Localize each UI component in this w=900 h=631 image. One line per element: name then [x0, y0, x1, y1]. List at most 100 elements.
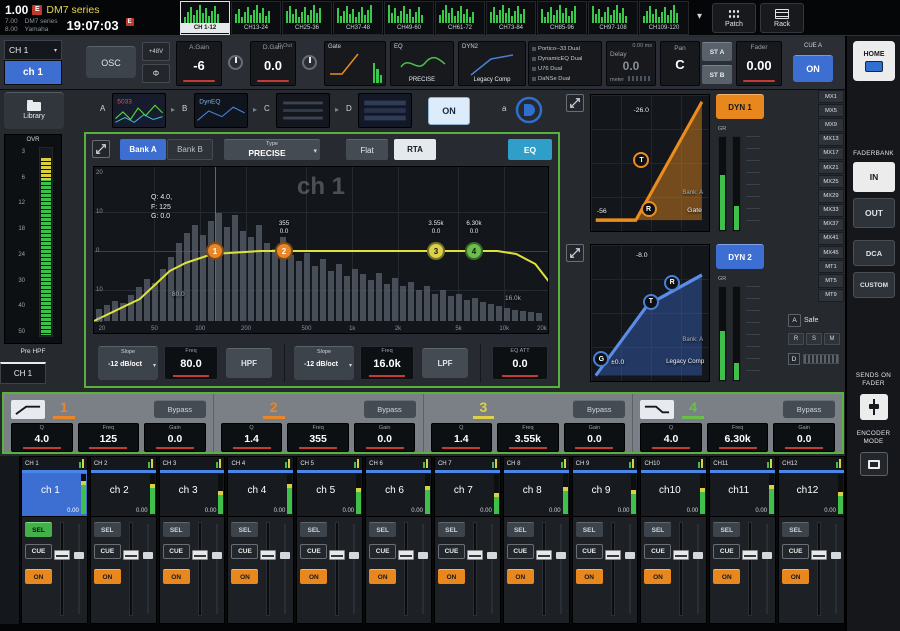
- gate-range-knob[interactable]: R: [641, 201, 657, 217]
- fader-handle[interactable]: [192, 550, 208, 560]
- phase-button[interactable]: Φ: [142, 64, 170, 83]
- on-button[interactable]: ON: [782, 569, 809, 584]
- band-number[interactable]: 3: [473, 399, 495, 419]
- faderbank-in-button[interactable]: IN: [853, 162, 895, 192]
- hpf-freq-box[interactable]: Freq 80.0: [164, 346, 218, 380]
- band-number[interactable]: 4: [682, 399, 704, 419]
- band-q-box[interactable]: Q 4.0: [640, 423, 702, 452]
- channel-strip[interactable]: CH 9 ch 9 0.00 SEL CUE ON: [572, 456, 639, 624]
- phantom-48v-button[interactable]: +48V: [142, 42, 170, 61]
- channel-on-button[interactable]: ON: [793, 55, 833, 82]
- fader-handle[interactable]: [467, 550, 483, 560]
- channel-strip[interactable]: CH 3 ch 3 0.00 SEL CUE ON: [159, 456, 226, 624]
- eq-bank-a-tab[interactable]: Bank A: [120, 139, 166, 160]
- channel-strip[interactable]: CH 5 ch 5 0.00 SEL CUE ON: [296, 456, 363, 624]
- fader-track[interactable]: [266, 522, 270, 616]
- send-bus-item[interactable]: MT9: [818, 289, 844, 302]
- channel-bank-tab[interactable]: CH97-108: [588, 1, 638, 35]
- cue-button[interactable]: CUE: [25, 544, 52, 559]
- send-bus-item[interactable]: MX33: [818, 204, 844, 217]
- channel-bank-tab[interactable]: CH 1-12: [180, 1, 230, 35]
- insert-list-mini[interactable]: Portico--33 Dual DynamicEQ Dual U76 Dual…: [528, 41, 602, 86]
- send-bus-item[interactable]: MX37: [818, 218, 844, 231]
- on-button[interactable]: ON: [300, 569, 327, 584]
- send-bus-item[interactable]: MX41: [818, 232, 844, 245]
- band-freq-box[interactable]: Freq 3.55k: [497, 423, 559, 452]
- chevron-down-icon[interactable]: ▾: [697, 11, 702, 22]
- home-button[interactable]: HOME: [853, 41, 895, 81]
- cue-button[interactable]: CUE: [576, 544, 603, 559]
- gain-knob-icon[interactable]: [302, 55, 317, 70]
- encoder-mode-button[interactable]: [860, 452, 888, 476]
- strip-name-box[interactable]: ch 3 0.00: [160, 470, 225, 517]
- sel-button[interactable]: SEL: [300, 522, 327, 537]
- dyn1-button[interactable]: DYN 1: [716, 94, 764, 119]
- band-freq-box[interactable]: Freq 355: [287, 423, 349, 452]
- insert-slot-a[interactable]: 5033: [112, 93, 166, 128]
- insert-row[interactable]: DaNSe Dual: [532, 74, 598, 84]
- channel-strip[interactable]: CH 8 ch 8 0.00 SEL CUE ON: [503, 456, 570, 624]
- direct-out-icon[interactable]: [514, 95, 544, 125]
- pan-box[interactable]: Pan C: [660, 41, 700, 86]
- lpf-slope-dropdown[interactable]: Slope -12 dB/oct ▾: [294, 346, 354, 380]
- expand-icon[interactable]: [566, 94, 584, 112]
- channel-strip[interactable]: CH 4 ch 4 0.00 SEL CUE ON: [227, 456, 294, 624]
- library-button[interactable]: Library: [4, 92, 64, 129]
- strip-name-box[interactable]: ch 1 0.00: [22, 470, 87, 517]
- cue-button[interactable]: CUE: [507, 544, 534, 559]
- insert-on-button[interactable]: ON: [428, 97, 470, 125]
- send-bus-item[interactable]: MX1: [818, 90, 844, 103]
- channel-bank-tab[interactable]: CH25-36: [282, 1, 332, 35]
- strip-name-box[interactable]: ch12 0.00: [779, 470, 844, 517]
- band-gain-box[interactable]: Gain 0.0: [564, 423, 626, 452]
- band-bypass-button[interactable]: Bypass: [573, 400, 625, 418]
- gain-knob-icon[interactable]: [228, 55, 243, 70]
- fader-track[interactable]: [60, 522, 64, 616]
- cue-button[interactable]: CUE: [782, 544, 809, 559]
- band-q-box[interactable]: Q 4.0: [11, 423, 73, 452]
- send-bus-item[interactable]: MX17: [818, 147, 844, 160]
- lpf-on-button[interactable]: LPF: [422, 348, 468, 378]
- strip-name-box[interactable]: ch 7 0.00: [435, 470, 500, 517]
- cue-button[interactable]: CUE: [94, 544, 121, 559]
- cue-button[interactable]: CUE: [369, 544, 396, 559]
- sel-button[interactable]: SEL: [94, 522, 121, 537]
- channel-strip[interactable]: CH 1 ch 1 0.00 SEL CUE ON: [21, 456, 88, 624]
- recall-safe-r-button[interactable]: R: [788, 333, 804, 345]
- eq-on-button[interactable]: EQ: [508, 139, 552, 160]
- sel-button[interactable]: SEL: [163, 522, 190, 537]
- direct-out-d-box[interactable]: D: [788, 353, 800, 365]
- analog-gain-box[interactable]: A.Gain -6: [176, 41, 222, 86]
- send-bus-item[interactable]: MT1: [818, 260, 844, 273]
- delay-box[interactable]: 0.00 ms Delay 0.0 meter: [606, 41, 656, 86]
- hamburger-menu-button[interactable]: [816, 9, 840, 27]
- band-number[interactable]: 2: [263, 399, 285, 419]
- eq-att-box[interactable]: EQ ATT 0.0: [492, 346, 548, 380]
- strip-name-box[interactable]: ch 6 0.00: [366, 470, 431, 517]
- insert-slot-c[interactable]: [276, 93, 330, 128]
- fader-track[interactable]: [679, 522, 683, 616]
- send-bus-item[interactable]: MX29: [818, 189, 844, 202]
- sel-button[interactable]: SEL: [576, 522, 603, 537]
- on-button[interactable]: ON: [25, 569, 52, 584]
- channel-strip[interactable]: CH11 ch11 0.00 SEL CUE ON: [709, 456, 776, 624]
- insert-slot-b[interactable]: DynEQ: [194, 93, 248, 128]
- hpf-slope-dropdown[interactable]: Slope -12 dB/oct ▾: [98, 346, 158, 380]
- strip-name-box[interactable]: ch11 0.00: [710, 470, 775, 517]
- band-filter-type-icon[interactable]: [640, 400, 674, 419]
- on-button[interactable]: ON: [644, 569, 671, 584]
- fader-track[interactable]: [129, 522, 133, 616]
- channel-bank-tab[interactable]: CH49-60: [384, 1, 434, 35]
- band-number[interactable]: 1: [53, 399, 75, 419]
- fader-track[interactable]: [611, 522, 615, 616]
- rack-button[interactable]: Rack: [760, 3, 804, 33]
- faderbank-dca-button[interactable]: DCA: [853, 240, 895, 266]
- sends-on-fader-button[interactable]: [860, 394, 888, 420]
- patch-button[interactable]: Patch: [712, 3, 756, 33]
- channel-bank-tab[interactable]: CH61-72: [435, 1, 485, 35]
- on-button[interactable]: ON: [576, 569, 603, 584]
- eq-flat-button[interactable]: Flat: [346, 139, 388, 160]
- cue-button[interactable]: CUE: [231, 544, 258, 559]
- comp-graph[interactable]: -8.0 ±0.0 Bank: A Legacy Comp T R G: [590, 244, 710, 382]
- on-button[interactable]: ON: [713, 569, 740, 584]
